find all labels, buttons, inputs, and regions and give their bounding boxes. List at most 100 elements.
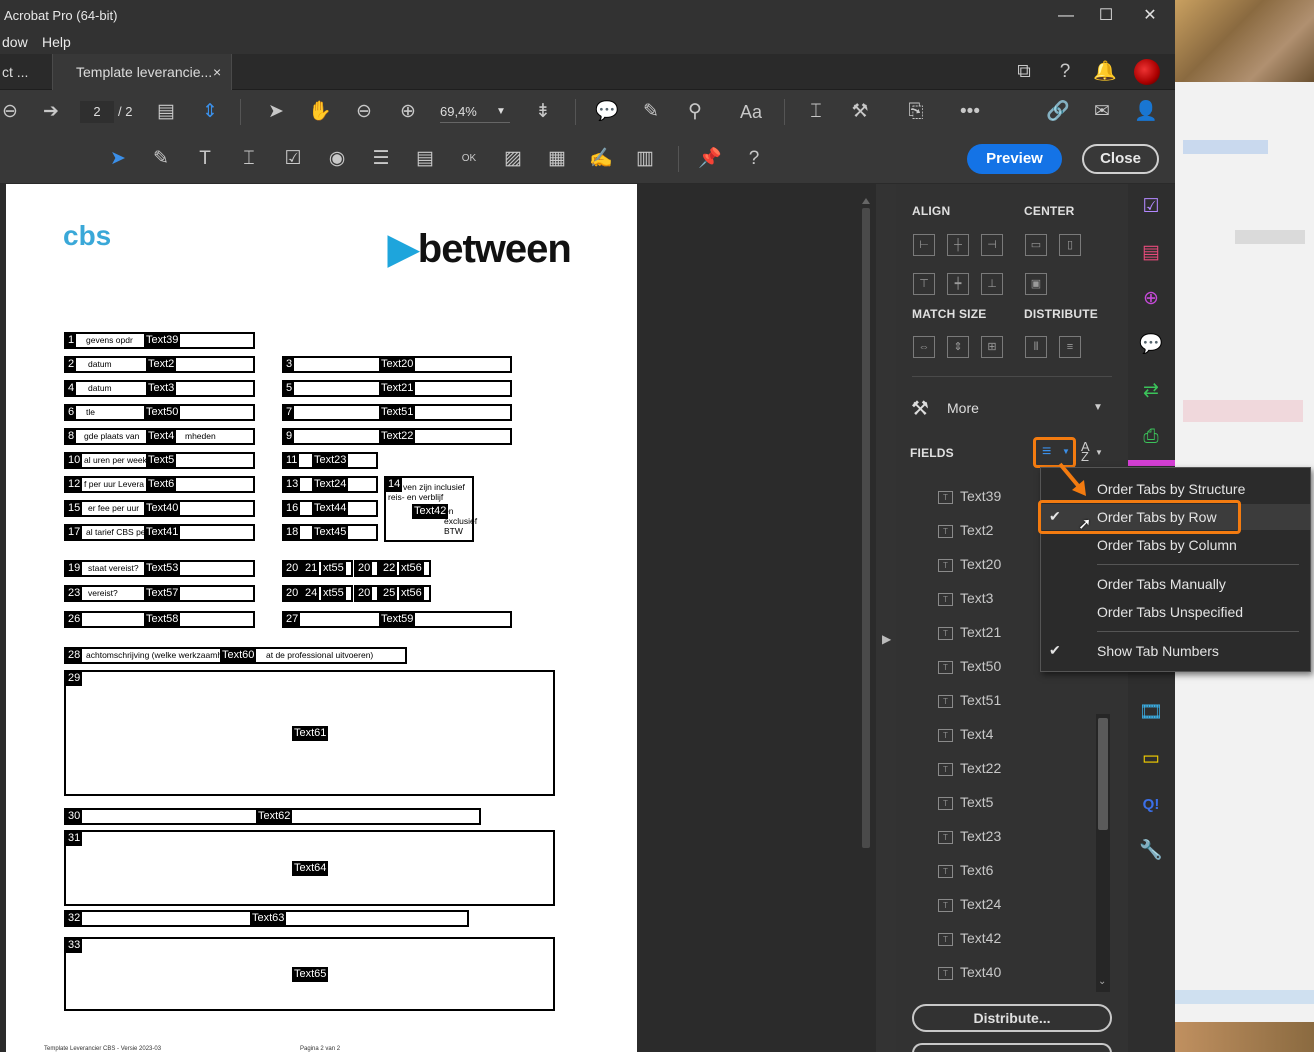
form-field-box[interactable]: 20 <box>282 585 301 602</box>
form-field-box[interactable]: 20 <box>354 560 379 577</box>
form-field-box[interactable]: 6 tle Text50 <box>64 404 255 421</box>
help-circle-icon[interactable]: ? <box>741 146 767 172</box>
form-field-box[interactable]: 13 Text24 <box>282 476 378 493</box>
field-list-scrollbar[interactable]: ⌄ <box>1096 714 1110 992</box>
zoom-in-icon[interactable]: ⊕ <box>395 99 421 125</box>
menu-window[interactable]: dow <box>2 34 28 50</box>
center-horizontal-icon[interactable]: ▭ <box>1025 234 1047 256</box>
zoom-out-icon[interactable]: ⊖ <box>351 99 377 125</box>
menu-item-order-manually[interactable]: Order Tabs Manually <box>1041 571 1310 597</box>
match-width-icon[interactable]: ⇔ <box>913 336 935 358</box>
measure-icon[interactable]: ▭ <box>1138 746 1164 772</box>
fit-page-icon[interactable]: ⇕ <box>197 99 223 125</box>
request-signatures-icon[interactable]: ☑ <box>1138 194 1164 220</box>
date-field-icon[interactable]: ▦ <box>544 146 570 172</box>
tab-template[interactable]: Template leverancie... × <box>52 54 232 90</box>
stamp-icon[interactable]: ⚲ <box>682 99 708 125</box>
form-field-box[interactable]: 20 <box>354 585 379 602</box>
menu-help[interactable]: Help <box>42 34 71 50</box>
scroll-mode-icon[interactable]: ⇟ <box>530 99 556 125</box>
form-field-box[interactable]: 31 Text64 <box>64 830 555 906</box>
form-field-box[interactable]: 15 er fee per uur Text40 <box>64 500 255 517</box>
form-field-box[interactable]: 20 <box>282 560 301 577</box>
close-window-button[interactable]: ✕ <box>1132 4 1168 28</box>
align-bottom-icon[interactable]: ⊥ <box>981 273 1003 295</box>
field-list-scroll-thumb[interactable] <box>1098 718 1108 830</box>
hand-icon[interactable]: ✋ <box>307 99 333 125</box>
rich-media-icon[interactable]: 🎞 <box>1138 700 1164 726</box>
comment-icon[interactable]: 💬 <box>594 99 620 125</box>
form-field-box[interactable]: 27 Text59 <box>282 611 512 628</box>
signature-field-icon[interactable]: ✍ <box>588 146 614 172</box>
form-field-box[interactable]: 25 xt56 <box>379 585 431 602</box>
next-button-partial[interactable] <box>912 1043 1112 1052</box>
sort-alpha-icon[interactable]: AZ <box>1081 440 1090 463</box>
form-field-box[interactable]: 5 Text21 <box>282 380 512 397</box>
export-pdf-icon[interactable]: ⎘ <box>903 99 929 125</box>
form-field-box[interactable]: 12 f per uur Levera Text6 <box>64 476 255 493</box>
scroll-up-icon[interactable] <box>862 196 870 204</box>
form-field-box[interactable]: 32 Text63 <box>64 910 469 927</box>
select-object-icon[interactable]: ➤ <box>105 146 131 172</box>
distribute-button[interactable]: Distribute... <box>912 1004 1112 1032</box>
image-field-icon[interactable]: ▨ <box>500 146 526 172</box>
action-wizard-icon[interactable]: Q! <box>1138 792 1164 818</box>
select-arrow-icon[interactable]: ➤ <box>263 99 289 125</box>
page-number-input[interactable]: 2 <box>80 101 114 123</box>
match-height-icon[interactable]: ⇕ <box>947 336 969 358</box>
align-right-icon[interactable]: ⊣ <box>981 234 1003 256</box>
menu-item-order-unspecified[interactable]: Order Tabs Unspecified <box>1041 599 1310 625</box>
scan-ocr-icon[interactable]: ⎙ <box>1138 424 1164 450</box>
form-field-box[interactable]: 2 datum Text2 <box>64 356 255 373</box>
form-field-box[interactable]: 14 ven zijn inclusief reis- en verblijf Te… <box>384 476 477 542</box>
link-icon[interactable]: 🔗 <box>1045 99 1071 125</box>
text-style-icon[interactable]: Aa <box>738 99 764 125</box>
preview-button[interactable]: Preview <box>967 144 1062 174</box>
form-field-box[interactable]: 33 Text65 <box>64 937 555 1011</box>
align-center-h-icon[interactable]: ┼ <box>947 234 969 256</box>
form-field-box[interactable]: 18 Text45 <box>282 524 378 541</box>
form-field-box[interactable]: 19 staat vereist? Text53 <box>64 560 255 577</box>
text-field-icon[interactable]: ⌶ <box>236 146 262 172</box>
list-box-icon[interactable]: ☰ <box>368 146 394 172</box>
share-screen-icon[interactable]: ⧉ <box>1011 59 1037 85</box>
dropdown-icon[interactable]: ▤ <box>412 146 438 172</box>
form-field-box[interactable]: 9 Text22 <box>282 428 512 445</box>
form-field-box[interactable]: 22 xt56 <box>379 560 431 577</box>
edit-form-icon[interactable]: ✎ <box>148 146 174 172</box>
center-both-icon[interactable]: ▣ <box>1025 273 1047 295</box>
align-middle-icon[interactable]: ┿ <box>947 273 969 295</box>
distribute-vertical-icon[interactable]: ≡ <box>1059 336 1081 358</box>
form-field-box[interactable]: 29 Text61 <box>64 670 555 796</box>
form-field-box[interactable]: 7 Text51 <box>282 404 512 421</box>
form-field-box[interactable]: 30 Text62 <box>64 808 481 825</box>
more-dropdown[interactable]: ⚒ More ▼ <box>911 394 1116 422</box>
panel-collapse-strip[interactable]: ▶ <box>876 184 896 1052</box>
align-top-icon[interactable]: ⊤ <box>913 273 935 295</box>
toolbox-icon[interactable]: ⚒ <box>847 99 873 125</box>
form-field-box[interactable]: 21 xt55 <box>301 560 353 577</box>
avatar[interactable] <box>1134 59 1160 85</box>
bell-icon[interactable]: 🔔 <box>1092 59 1118 85</box>
center-vertical-icon[interactable]: ▯ <box>1059 234 1081 256</box>
prev-page-icon[interactable]: ⊖ <box>0 99 23 125</box>
button-field-icon[interactable]: OK <box>456 146 482 172</box>
radio-button-icon[interactable]: ◉ <box>324 146 350 172</box>
form-field-box[interactable]: 26 Text58 <box>64 611 255 628</box>
form-field-box[interactable]: 24 xt55 <box>301 585 353 602</box>
highlight-pen-icon[interactable]: ✎ <box>638 99 664 125</box>
add-text-icon[interactable]: T <box>192 146 218 172</box>
menu-item-show-tab-numbers[interactable]: ✔ Show Tab Numbers <box>1041 638 1310 664</box>
close-button[interactable]: Close <box>1082 144 1159 174</box>
organize-pages-icon[interactable]: ▤ <box>1138 240 1164 266</box>
email-icon[interactable]: ✉ <box>1089 99 1115 125</box>
align-left-icon[interactable]: ⊢ <box>913 234 935 256</box>
menu-item-order-by-column[interactable]: Order Tabs by Column <box>1041 532 1310 558</box>
help-icon[interactable]: ? <box>1052 59 1078 85</box>
form-field-box[interactable]: 3 Text20 <box>282 356 512 373</box>
form-field-box[interactable]: 23 vereist? Text57 <box>64 585 255 602</box>
comment-tool-icon[interactable]: 💬 <box>1138 332 1164 358</box>
minimize-button[interactable]: — <box>1048 4 1084 28</box>
next-page-icon[interactable]: ➔ <box>38 99 64 125</box>
zoom-select[interactable]: 69,4% ▼ <box>440 101 510 123</box>
